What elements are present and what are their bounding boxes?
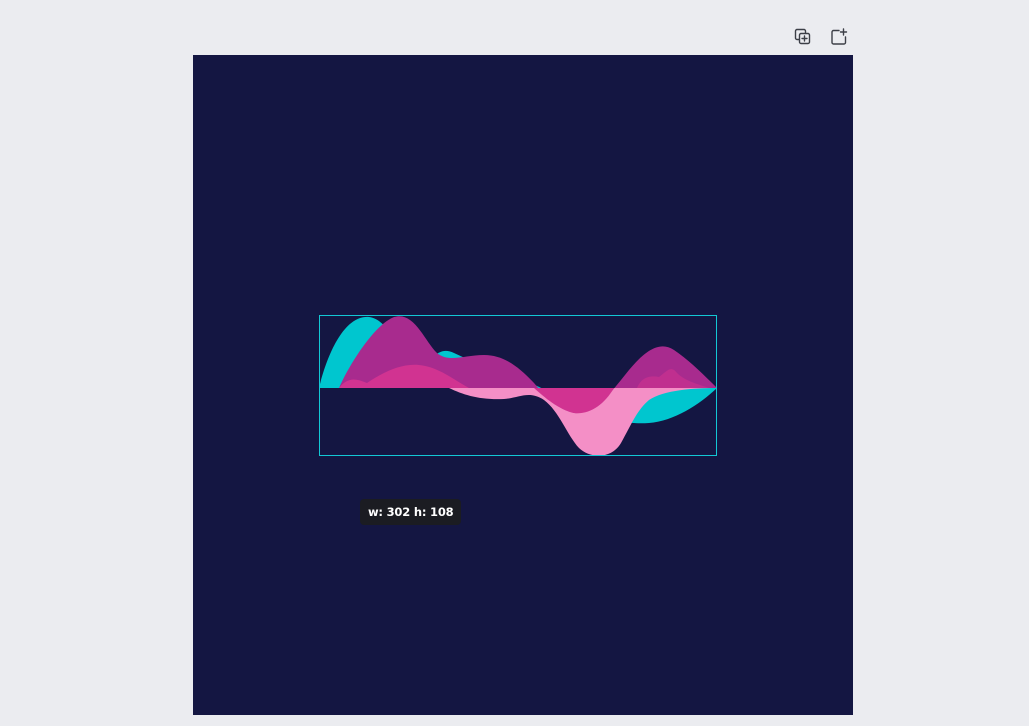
duplicate-page-icon	[794, 28, 811, 45]
add-page-button[interactable]	[827, 25, 851, 49]
add-page-icon	[831, 28, 848, 45]
selection-box[interactable]	[319, 315, 717, 456]
duplicate-page-button[interactable]	[791, 25, 815, 49]
size-tooltip: w: 302 h: 108	[360, 499, 462, 525]
